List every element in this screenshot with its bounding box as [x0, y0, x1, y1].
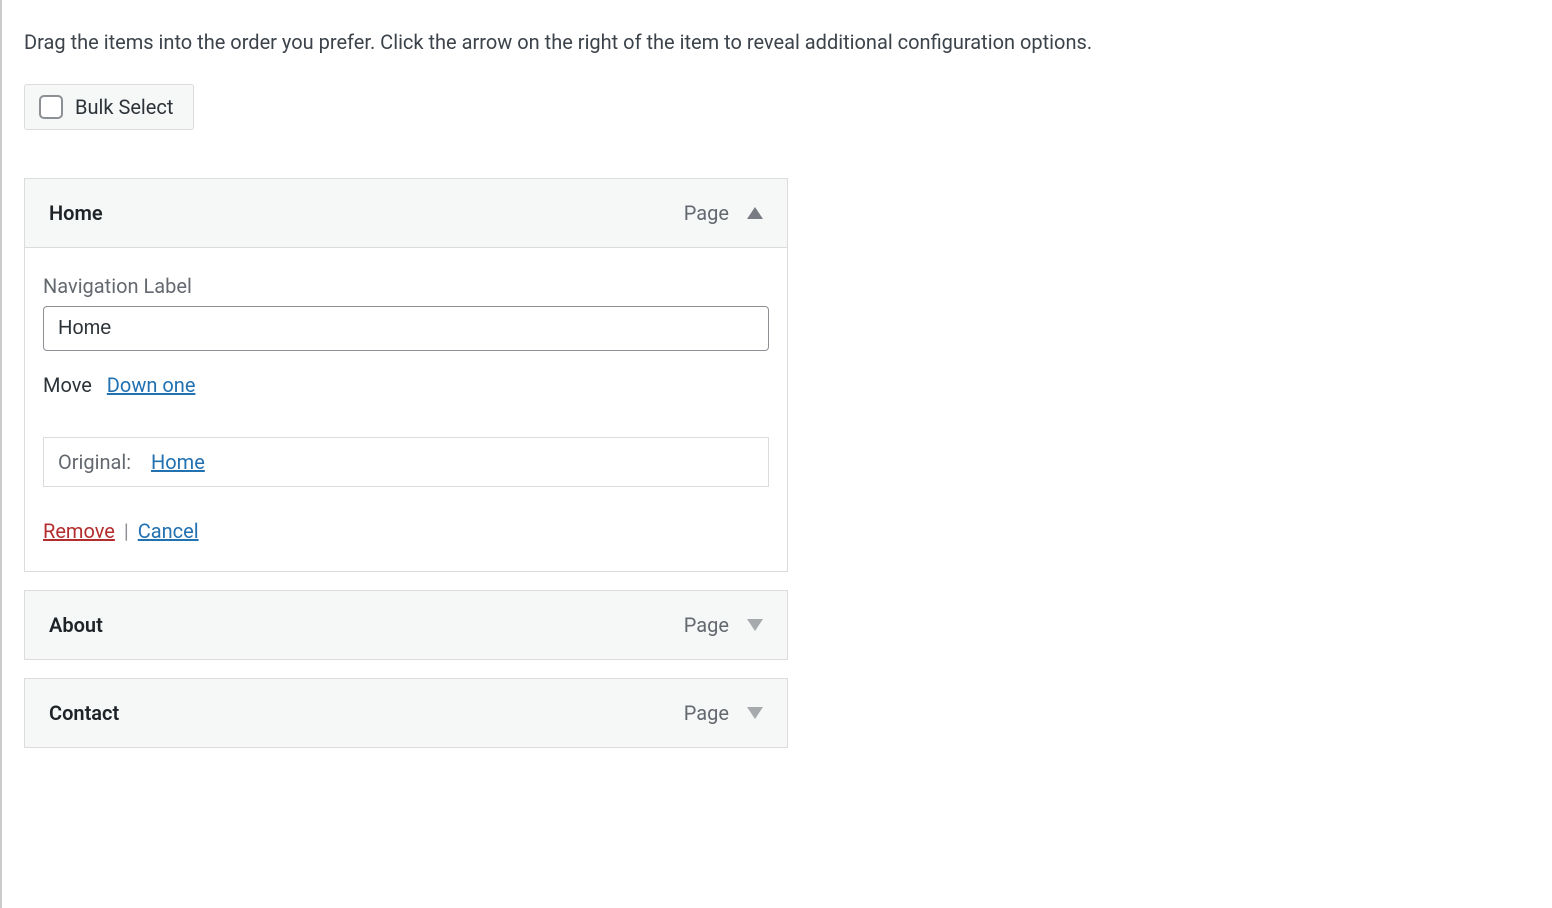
chevron-down-icon[interactable]: [747, 707, 763, 719]
nav-label-caption: Navigation Label: [43, 274, 769, 298]
bulk-select-label: Bulk Select: [75, 95, 173, 119]
original-link[interactable]: Home: [151, 450, 205, 474]
move-down-link[interactable]: Down one: [107, 373, 196, 397]
menu-item-type: Page: [684, 701, 729, 725]
menu-item-type: Page: [684, 613, 729, 637]
menu-item-contact[interactable]: Contact Page: [24, 678, 788, 748]
menu-item-title: About: [49, 613, 684, 637]
menu-item-about[interactable]: About Page: [24, 590, 788, 660]
menu-instructions: Drag the items into the order you prefer…: [24, 0, 1530, 84]
menu-item-settings: Navigation Label Move Down one Original:…: [24, 248, 788, 572]
bulk-select-checkbox[interactable]: [39, 95, 63, 119]
chevron-up-icon[interactable]: [747, 207, 763, 219]
original-label: Original:: [58, 450, 131, 474]
bulk-select-toggle[interactable]: Bulk Select: [24, 84, 194, 130]
menu-item-home[interactable]: Home Page Navigation Label Move Down one…: [24, 178, 788, 572]
action-separator: |: [124, 519, 134, 543]
menu-item-title: Home: [49, 201, 684, 225]
nav-label-input[interactable]: [43, 306, 769, 351]
menu-item-header[interactable]: Contact Page: [24, 678, 788, 748]
menu-item-header[interactable]: About Page: [24, 590, 788, 660]
move-row: Move Down one: [43, 373, 769, 397]
chevron-down-icon[interactable]: [747, 619, 763, 631]
cancel-link[interactable]: Cancel: [138, 519, 199, 543]
menu-item-type: Page: [684, 201, 729, 225]
menu-item-header[interactable]: Home Page: [24, 178, 788, 248]
original-box: Original: Home: [43, 437, 769, 487]
item-action-row: Remove | Cancel: [43, 519, 769, 543]
move-label: Move: [43, 373, 92, 397]
remove-link[interactable]: Remove: [43, 519, 115, 543]
menu-item-title: Contact: [49, 701, 684, 725]
menu-items-list: Home Page Navigation Label Move Down one…: [24, 178, 788, 748]
